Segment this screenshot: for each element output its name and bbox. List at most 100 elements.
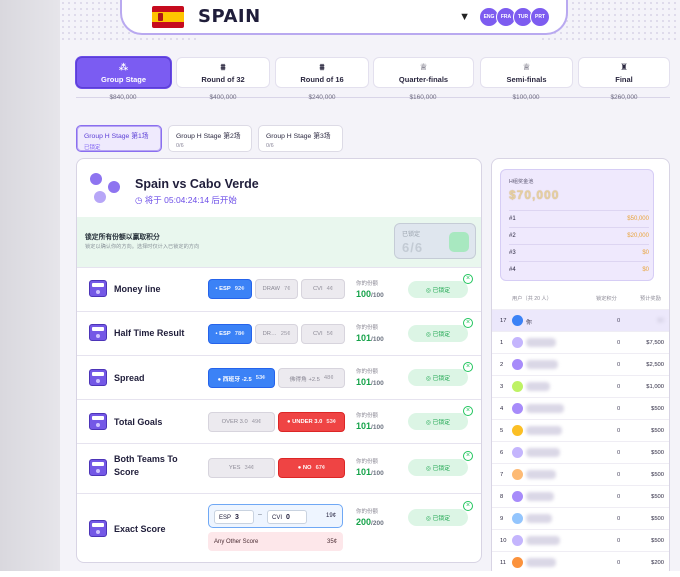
row-prize: $0: [657, 318, 664, 324]
row-prize: $200: [651, 560, 664, 566]
team-chip[interactable]: PRT: [530, 6, 550, 27]
trophy-icon: ♕: [522, 61, 531, 72]
stage-label: Quarter-finals: [398, 74, 449, 84]
row-name-hidden: [526, 404, 564, 413]
option-over[interactable]: OVER 3.0 49¢: [208, 412, 275, 432]
row-rank: 7: [500, 472, 504, 478]
row-rank: 11: [500, 560, 507, 566]
share-label: 你的份额: [356, 325, 379, 331]
row-rank: 8: [500, 494, 504, 500]
leaderboard-row: 5 0 $500: [492, 419, 669, 441]
avatar: [512, 337, 523, 348]
match-tab-status: 0/6: [266, 143, 274, 149]
row-rank: 9: [500, 516, 504, 522]
match-tab-3[interactable]: Group H Stage 第3场 0/6: [258, 125, 343, 152]
avatar: [512, 557, 523, 568]
pool-label: H组奖金池: [509, 179, 534, 185]
market-icon: [89, 280, 107, 297]
row-rank: 6: [500, 450, 504, 456]
avatar: [512, 447, 523, 458]
match-card: Spain vs Cabo Verde ◷ 将于 05:04:24:14 后开始…: [76, 158, 482, 563]
option-under[interactable]: ● UNDER 3.0 53¢: [278, 412, 345, 432]
tab-quarter-finals[interactable]: ♕ Quarter-finals: [373, 57, 474, 88]
prize-pool-card: H组奖金池 $70,000 #1 $50,000 #2 $20,000 #3 $0 #…: [500, 169, 654, 281]
close-icon[interactable]: ×: [463, 501, 473, 511]
avatar: [512, 381, 523, 392]
share-value: 100/100: [356, 289, 384, 299]
option-spain-spread[interactable]: ● 西班牙 -2.5 53¢: [208, 368, 275, 388]
team-name: SPAIN: [198, 6, 261, 27]
option-esp[interactable]: • ESP 92¢: [208, 279, 252, 299]
option-no[interactable]: ● NO 67¢: [278, 458, 345, 478]
row-score: 0: [617, 472, 621, 478]
row-name-hidden: [526, 338, 556, 347]
row-prize: $500: [651, 538, 664, 544]
row-score: 0: [617, 538, 621, 544]
leaderboard-row: 6 0 $500: [492, 441, 669, 463]
avatar: [512, 491, 523, 502]
market-name: Spread: [114, 373, 145, 383]
option-cvi[interactable]: CVI 5¢: [301, 324, 345, 344]
team-selector[interactable]: SPAIN ▼ ENG FRA TUR PRT: [120, 0, 568, 35]
tab-final[interactable]: ♜ Final: [578, 57, 670, 88]
close-icon[interactable]: ×: [463, 362, 473, 372]
tab-round-of-16[interactable]: ⩩ Round of 16: [275, 57, 369, 88]
stage-prize: $260,000: [610, 94, 638, 101]
share-value: 101/100: [356, 333, 384, 343]
stage-label: Round of 32: [201, 74, 245, 84]
leaderboard-row: 2 0 $2,500: [492, 353, 669, 375]
row-name-hidden: [526, 470, 556, 479]
row-prize: $500: [651, 472, 664, 478]
pool-row: #3 $0: [509, 244, 649, 256]
stage-tabs: ⁂ Group Stage ⩩ Round of 32 ⩩ Round of 1…: [76, 57, 670, 107]
close-icon[interactable]: ×: [463, 274, 473, 284]
exact-score-box: ESP 3 – CVI 0 19¢: [208, 504, 343, 528]
row-name-hidden: [526, 426, 562, 435]
row-score: 0: [617, 516, 621, 522]
close-icon[interactable]: ×: [463, 451, 473, 461]
tab-round-of-32[interactable]: ⩩ Round of 32: [176, 57, 270, 88]
stage-prize: $160,000: [409, 94, 437, 101]
stage-label: Group Stage: [100, 74, 146, 84]
option-yes[interactable]: YES 34¢: [208, 458, 275, 478]
chevron-down-icon[interactable]: ▼: [459, 11, 470, 23]
option-draw[interactable]: DRAW 7¢: [255, 279, 298, 299]
match-countdown: ◷ 将于 05:04:24:14 后开始: [135, 195, 237, 205]
close-icon[interactable]: ×: [463, 406, 473, 416]
row-score: 0: [617, 318, 621, 324]
stage-prize: $240,000: [308, 94, 336, 101]
away-score-input[interactable]: CVI 0: [267, 510, 307, 524]
match-tab-2[interactable]: Group H Stage 第2场 0/6: [168, 125, 252, 152]
option-cvi[interactable]: CVI 4¢: [301, 279, 345, 299]
match-tab-status: 0/6: [176, 143, 184, 149]
stage-label: Semi-finals: [506, 74, 547, 84]
match-tab-label: Group H Stage 第1场: [84, 133, 149, 140]
background-left: [0, 0, 60, 577]
home-score-input[interactable]: ESP 3: [214, 510, 254, 524]
any-other-score-option[interactable]: Any Other Score 35¢: [208, 532, 343, 551]
trophy-icon: ♕: [419, 61, 428, 72]
option-esp[interactable]: • ESP 78¢: [208, 324, 252, 344]
leaderboard-panel: H组奖金池 $70,000 #1 $50,000 #2 $20,000 #3 $0 #…: [491, 158, 670, 577]
leaderboard-row: 4 0 $500: [492, 397, 669, 419]
share-value: 101/100: [356, 467, 384, 477]
option-cabo-verde-spread[interactable]: 佛得角 +2.5 48¢: [278, 368, 345, 388]
close-icon[interactable]: ×: [463, 318, 473, 328]
row-score: 0: [617, 406, 621, 412]
option-draw[interactable]: DR… 25¢: [255, 324, 298, 344]
stage-label: Round of 16: [300, 74, 344, 84]
row-score: 0: [617, 428, 621, 434]
market-icon: [89, 413, 107, 430]
locked-pill: ◎ 已锁定: [408, 369, 468, 386]
row-prize: $1,000: [646, 384, 664, 390]
tab-group-stage[interactable]: ⁂ Group Stage: [76, 57, 171, 88]
match-tab-label: Group H Stage 第3场: [266, 133, 331, 140]
row-score: 0: [617, 340, 621, 346]
match-tab-1[interactable]: Group H Stage 第1场 已锁定: [76, 125, 162, 152]
locked-pill: ◎ 已锁定: [408, 509, 468, 526]
locked-pill: ◎ 已锁定: [408, 413, 468, 430]
lock-banner: 锁定所有份额以赢取积分 锁定以确认你的方向。选择时仅计入已锁定的方向 已锁定 6…: [77, 217, 481, 267]
market-row-total-goals: Total Goals OVER 3.0 49¢ ● UNDER 3.0 53¢ 你…: [77, 399, 481, 443]
tab-semi-finals[interactable]: ♕ Semi-finals: [480, 57, 573, 88]
avatar: [512, 315, 523, 326]
